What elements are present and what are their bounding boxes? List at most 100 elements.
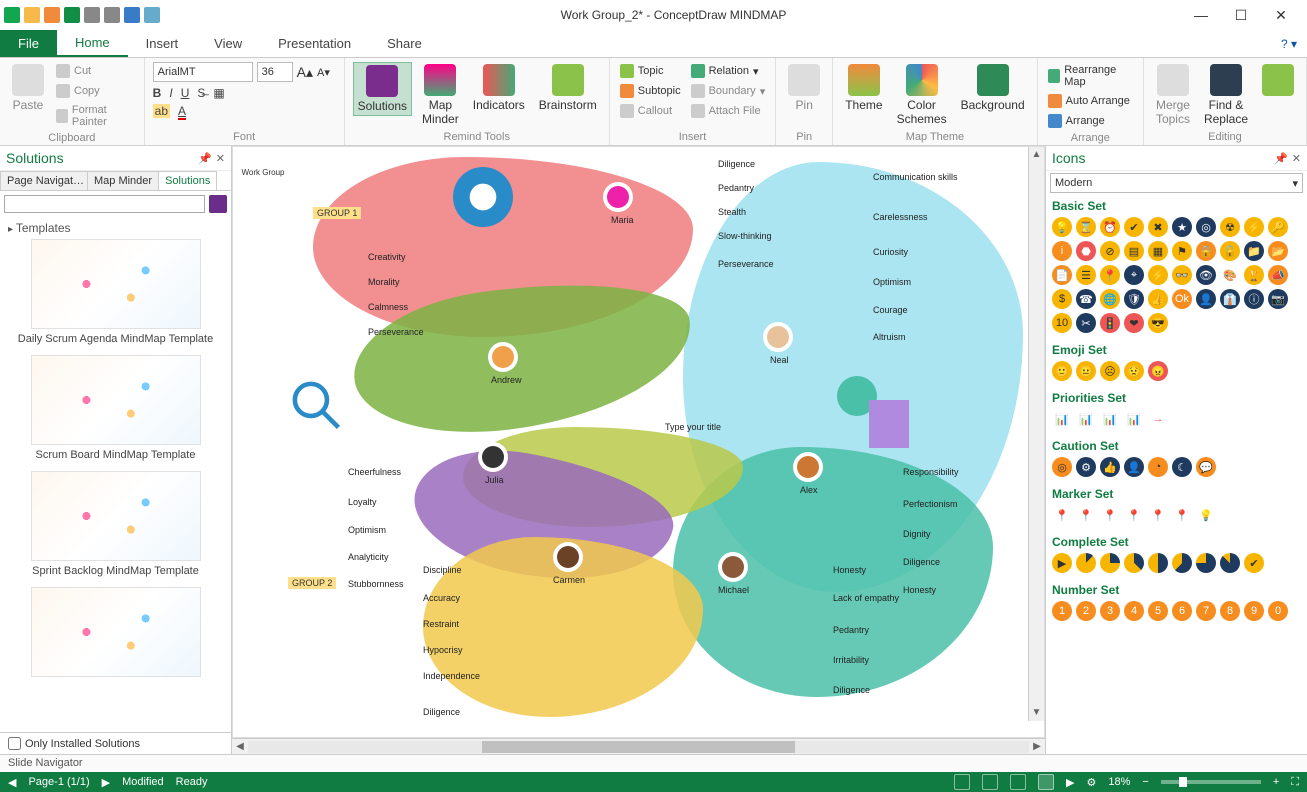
person-carmen[interactable] [553,542,583,572]
background-button[interactable]: Background [957,62,1029,114]
number-3-icon[interactable]: 3 [1100,601,1120,621]
fit-button[interactable]: ⛶ [1291,776,1299,789]
view-mode-4-button[interactable] [1038,774,1054,790]
strike-button[interactable]: S̶ [197,86,205,100]
cross-icon[interactable]: ✖ [1148,217,1168,237]
priority-arrow-icon[interactable]: → [1148,409,1168,429]
heart-icon[interactable]: ❤ [1124,313,1144,333]
traffic-icon[interactable]: 🚦 [1100,313,1120,333]
pin-icons-icon[interactable]: 📌 [1274,152,1288,165]
font-color-button[interactable]: A [178,104,186,118]
attach-file-button[interactable]: Attach File [689,102,768,120]
qat-save-icon[interactable] [64,7,80,23]
complete-87-icon[interactable] [1220,553,1240,573]
cut-button[interactable]: Cut [54,62,136,80]
number-0-icon[interactable]: 0 [1268,601,1288,621]
zoom-in-button[interactable]: + [1273,776,1279,788]
format-painter-button[interactable]: Format Painter [54,102,136,130]
folder-icon[interactable]: 📁 [1244,241,1264,261]
complete-62-icon[interactable] [1172,553,1192,573]
brainstorm-button[interactable]: Brainstorm [535,62,601,114]
priority-chart3-icon[interactable]: 📊 [1100,409,1120,429]
info2-icon[interactable]: ⓘ [1244,289,1264,309]
eye-icon[interactable]: 👁 [1196,265,1216,285]
group1-tag[interactable]: GROUP 1 [313,207,361,219]
pin-button[interactable]: Pin [784,62,824,114]
complete-12-icon[interactable] [1076,553,1096,573]
camera-icon[interactable]: 📷 [1268,289,1288,309]
complete-50-icon[interactable] [1148,553,1168,573]
paste-button[interactable]: Paste [8,62,48,114]
caution-target-icon[interactable]: ◎ [1052,457,1072,477]
marker-purple-icon[interactable]: 📍 [1124,505,1144,525]
tab-home[interactable]: Home [57,30,128,57]
only-installed-checkbox[interactable]: Only Installed Solutions [0,732,231,754]
spellcheck-button[interactable] [1258,62,1298,98]
stop-icon[interactable]: ⬣ [1076,241,1096,261]
caution-person-icon[interactable]: 👤 [1124,457,1144,477]
solutions-button[interactable]: Solutions [353,62,412,116]
lock-icon[interactable]: 🔒 [1196,241,1216,261]
mindmap-canvas[interactable]: GROUP 1 GROUP 2 Work Group Type your tit… [232,146,1045,738]
view-mode-3-button[interactable] [1010,774,1026,790]
emoji-smile-icon[interactable]: 🙂 [1052,361,1072,381]
caution-chat-icon[interactable]: 💬 [1196,457,1216,477]
clock-icon[interactable]: ⏰ [1100,217,1120,237]
number-2-icon[interactable]: 2 [1076,601,1096,621]
highlight-button[interactable]: ab [153,104,170,118]
qat-undo-icon[interactable] [84,7,100,23]
complete-play-icon[interactable]: ▶ [1052,553,1072,573]
minimize-button[interactable]: — [1187,5,1215,25]
shrink-font-icon[interactable]: A▾ [317,66,330,79]
flash-icon[interactable]: ⚡ [1148,265,1168,285]
relation-button[interactable]: Relation ▾ [689,62,768,80]
coin-icon[interactable]: $ [1052,289,1072,309]
star-icon[interactable]: ★ [1172,217,1192,237]
number-9-icon[interactable]: 9 [1244,601,1264,621]
marker-yellow-icon[interactable]: 📍 [1148,505,1168,525]
color-schemes-button[interactable]: Color Schemes [893,62,951,128]
border-button[interactable]: ▦ [213,86,224,100]
boundary-button[interactable]: Boundary ▾ [689,82,768,100]
close-icons-icon[interactable]: ✕ [1292,152,1301,165]
bulb-icon[interactable]: 💡 [1052,217,1072,237]
marker-orange-icon[interactable]: 📍 [1172,505,1192,525]
number-8-icon[interactable]: 8 [1220,601,1240,621]
noentry-icon[interactable]: ⊘ [1100,241,1120,261]
palette-icon[interactable]: 🎨 [1220,265,1240,285]
priority-chart4-icon[interactable]: 📊 [1124,409,1144,429]
font-family-combo[interactable]: ArialMT [153,62,253,82]
auto-arrange-button[interactable]: Auto Arrange [1046,92,1135,110]
group2-tag[interactable]: GROUP 2 [288,577,336,589]
map-minder-button[interactable]: Map Minder [418,62,463,128]
like-icon[interactable]: 👍 [1148,289,1168,309]
rearrange-button[interactable]: Rearrange Map [1046,62,1135,90]
complete-check-icon[interactable]: ✔ [1244,553,1264,573]
caution-pie-icon[interactable]: ◔ [1148,457,1168,477]
hourglass-icon[interactable]: ⌛ [1076,217,1096,237]
info-icon[interactable]: i [1052,241,1072,261]
number-4-icon[interactable]: 4 [1124,601,1144,621]
subtopic-button[interactable]: Subtopic [618,82,683,100]
file-tab[interactable]: File [0,30,57,57]
slide-navigator-bar[interactable]: Slide Navigator [0,754,1307,772]
zoom-slider[interactable] [1161,780,1261,784]
open-folder-icon[interactable]: 📂 [1268,241,1288,261]
caution-gear-icon[interactable]: ⚙ [1076,457,1096,477]
view-mode-1-button[interactable] [954,774,970,790]
list-icon[interactable]: ☰ [1076,265,1096,285]
tab-share[interactable]: Share [369,30,440,57]
template-item[interactable]: Scrum Board MindMap Template [4,355,227,461]
number-1-icon[interactable]: 1 [1052,601,1072,621]
note-icon[interactable]: ▤ [1124,241,1144,261]
number-6-icon[interactable]: 6 [1172,601,1192,621]
find-replace-button[interactable]: Find & Replace [1200,62,1252,128]
globe-icon[interactable]: 🌐 [1100,289,1120,309]
qat-redo-icon[interactable] [104,7,120,23]
qat-open-icon[interactable] [44,7,60,23]
callout-button[interactable]: Callout [618,102,683,120]
priority-chart2-icon[interactable]: 📊 [1076,409,1096,429]
person-julia[interactable] [478,442,508,472]
templates-header[interactable]: Templates [0,217,231,239]
bold-button[interactable]: B [153,86,162,100]
